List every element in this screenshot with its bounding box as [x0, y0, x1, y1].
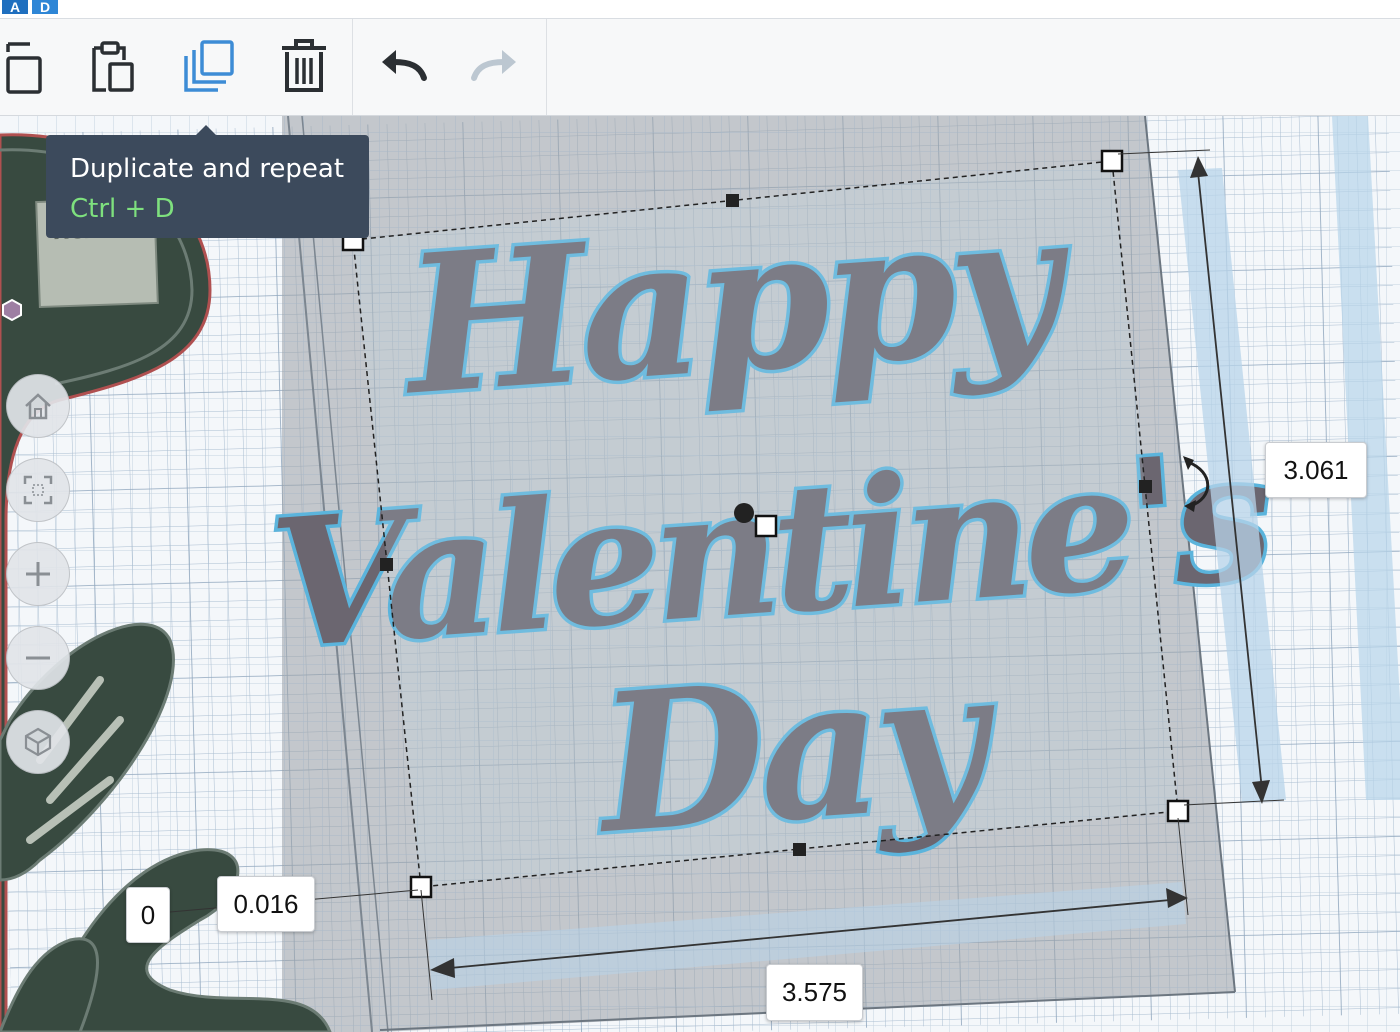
trash-icon	[282, 39, 326, 92]
duplicate-button[interactable]	[176, 32, 240, 100]
elevation-dimension-input[interactable]: 0	[126, 887, 170, 943]
redo-arrow-icon	[471, 50, 516, 81]
delete-button[interactable]	[272, 32, 336, 100]
width-dimension-input[interactable]: 3.575	[766, 964, 863, 1021]
zoom-out-icon	[26, 656, 50, 660]
edge-handle-right[interactable]	[1139, 480, 1152, 493]
duplicate-tooltip: Duplicate and repeat Ctrl + D	[46, 125, 369, 238]
copy-icon	[6, 42, 42, 94]
duplicate-icon	[184, 40, 234, 92]
copy-button[interactable]	[0, 32, 52, 100]
home-icon	[25, 393, 51, 420]
logo-letter: A	[10, 0, 20, 15]
top-bar	[0, 0, 1400, 19]
redo-button[interactable]	[464, 32, 528, 100]
height-dimension-input[interactable]: 3.061	[1265, 442, 1367, 498]
zoom-in-button[interactable]	[6, 542, 70, 606]
fit-view-icon	[23, 475, 53, 505]
edge-handle-left[interactable]	[380, 558, 393, 571]
edge-handle-top[interactable]	[726, 194, 739, 207]
home-view-button[interactable]	[6, 374, 70, 438]
paste-icon	[92, 41, 134, 92]
fit-view-button[interactable]	[6, 458, 70, 522]
toolbar-divider	[352, 19, 353, 115]
zoom-out-button[interactable]	[6, 626, 70, 690]
tooltip-shortcut: Ctrl + D	[70, 194, 175, 224]
offset-dimension-input[interactable]: 0.016	[217, 876, 315, 932]
workplane-scene[interactable]: BOTTOM Happy Valentine's Day	[0, 116, 1400, 1032]
app-logo[interactable]: A D	[0, 0, 64, 16]
small-cube-icon	[2, 298, 22, 322]
perspective-cube-icon	[24, 727, 52, 757]
perspective-toggle-button[interactable]	[6, 710, 70, 774]
toolbar-divider	[546, 19, 547, 115]
logo-letter: D	[40, 0, 50, 15]
paste-button[interactable]	[78, 32, 142, 100]
undo-arrow-icon	[382, 50, 427, 81]
edge-handle-bottom[interactable]	[793, 843, 806, 856]
center-handle[interactable]	[754, 514, 778, 538]
tooltip-title: Duplicate and repeat	[70, 154, 345, 184]
workplane-viewport[interactable]: BOTTOM Happy Valentine's Day	[0, 116, 1400, 1032]
undo-button[interactable]	[370, 32, 434, 100]
zoom-in-icon	[26, 562, 50, 586]
elevation-handle[interactable]	[734, 503, 754, 523]
